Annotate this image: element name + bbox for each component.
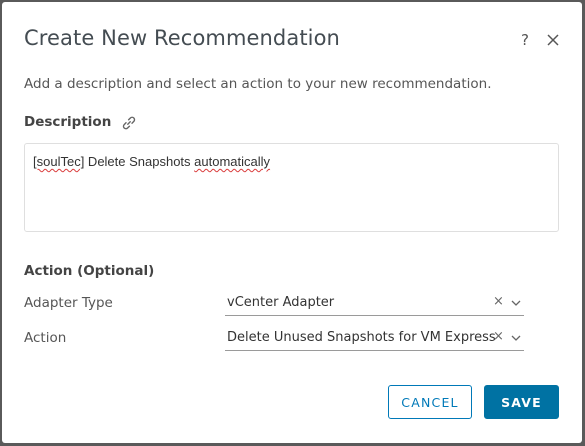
description-text-suffix: automatically <box>194 154 271 169</box>
adapter-type-value: vCenter Adapter <box>227 295 335 310</box>
action-clear-icon[interactable]: × <box>493 329 504 344</box>
save-button[interactable]: SAVE <box>484 385 559 419</box>
chevron-down-icon[interactable] <box>511 334 521 342</box>
description-label: Description <box>24 114 112 130</box>
adapter-type-label: Adapter Type <box>24 295 113 311</box>
action-label: Action <box>24 330 67 346</box>
link-icon[interactable] <box>121 115 137 131</box>
dialog-subtitle: Add a description and select an action t… <box>24 76 492 92</box>
action-select[interactable]: Delete Unused Snapshots for VM Express × <box>225 329 524 351</box>
description-textarea[interactable]: [soulTec] Delete Snapshots automatically <box>24 143 559 232</box>
chevron-down-icon[interactable] <box>511 299 521 307</box>
adapter-type-select[interactable]: vCenter Adapter × <box>225 294 524 316</box>
cancel-button[interactable]: CANCEL <box>388 385 472 419</box>
close-icon[interactable] <box>544 31 562 49</box>
adapter-type-clear-icon[interactable]: × <box>493 294 504 309</box>
description-text-tag: [soulTec] <box>33 154 85 169</box>
create-recommendation-dialog: Create New Recommendation ? Add a descri… <box>2 2 582 443</box>
action-section-label: Action (Optional) <box>24 263 155 279</box>
help-icon[interactable]: ? <box>521 31 529 49</box>
description-text-body: Delete Snapshots <box>84 154 195 169</box>
action-value: Delete Unused Snapshots for VM Express <box>227 330 496 345</box>
dialog-title: Create New Recommendation <box>24 26 340 50</box>
